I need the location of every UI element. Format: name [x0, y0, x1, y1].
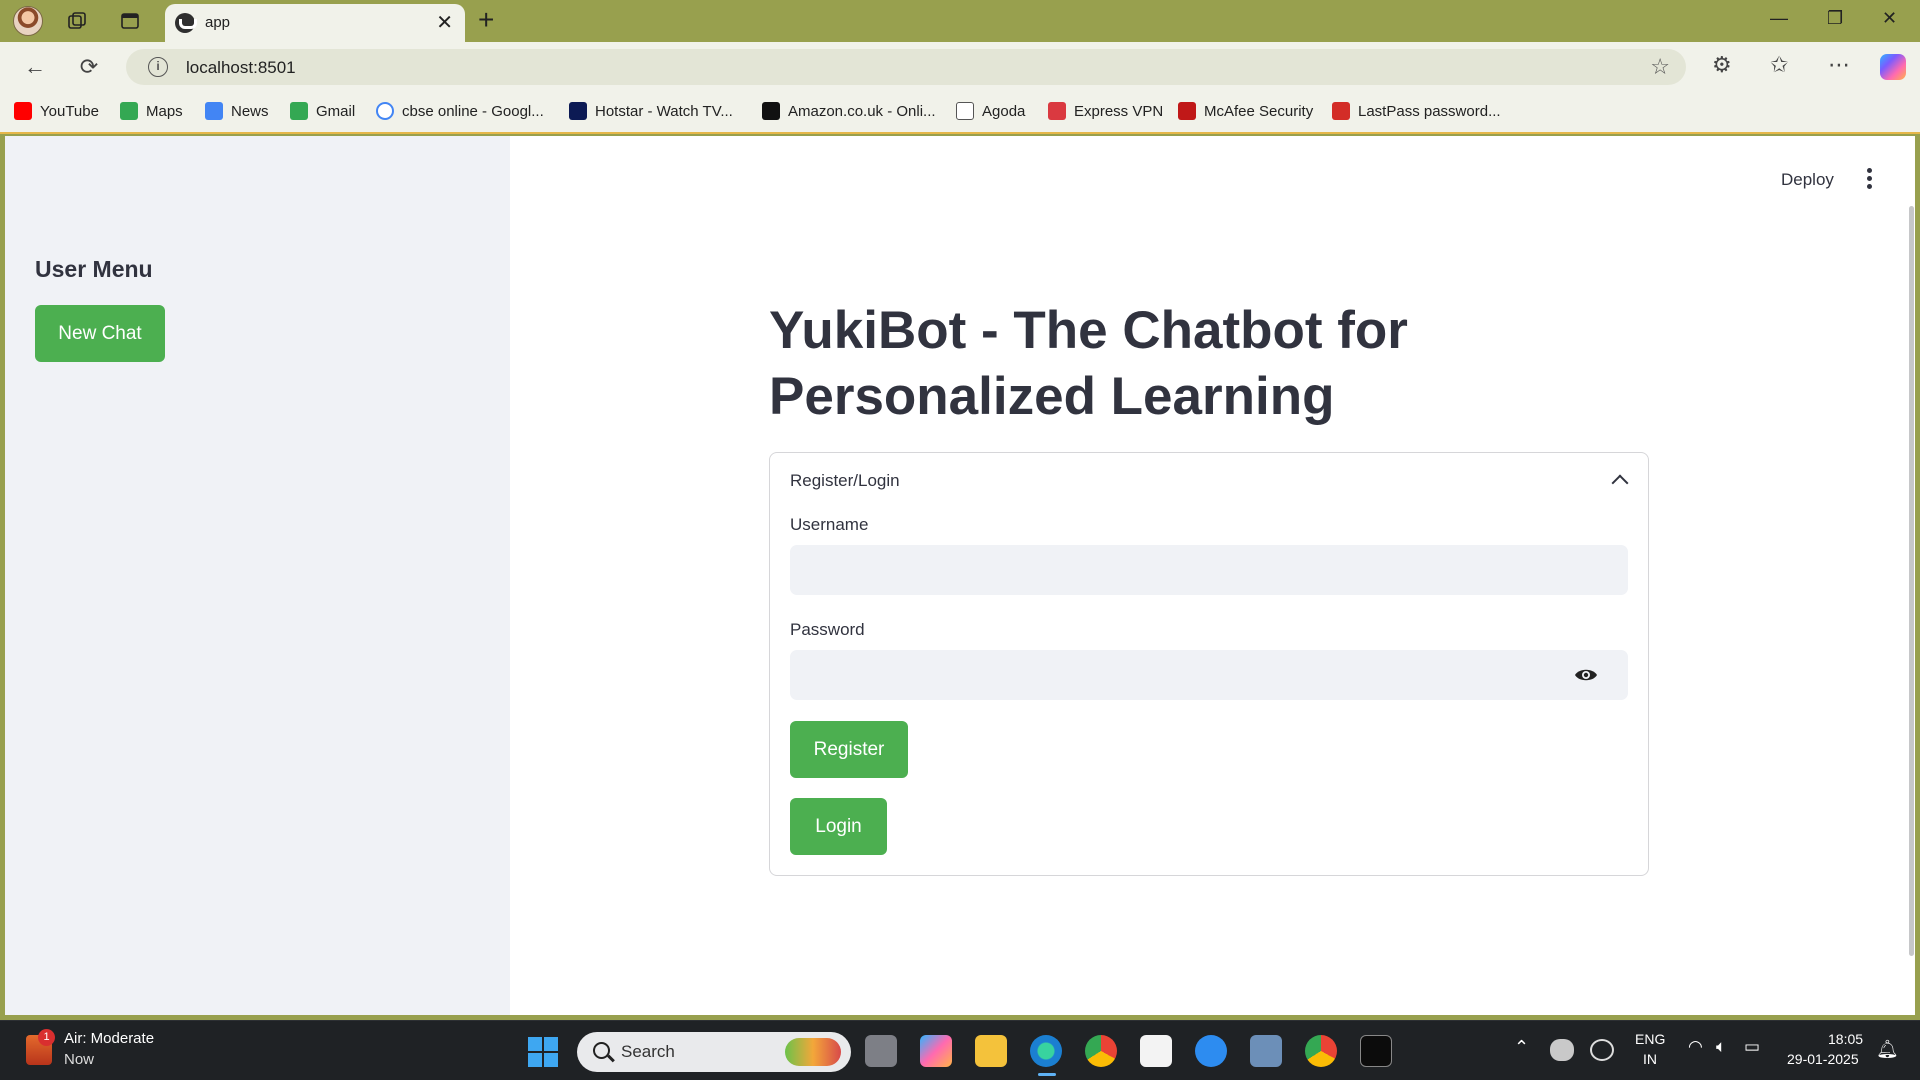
news-icon: [205, 102, 223, 120]
scrollbar[interactable]: [1909, 206, 1914, 956]
app-viewport: User Menu New Chat Deploy YukiBot - The …: [5, 136, 1915, 1015]
copilot-taskbar-icon[interactable]: [920, 1035, 952, 1067]
youtube-icon: [14, 102, 32, 120]
bookmark-maps[interactable]: Maps: [120, 102, 183, 120]
gmail-icon: [290, 102, 308, 120]
weather-subtitle: Now: [64, 1051, 95, 1068]
show-password-eye-icon[interactable]: [1574, 667, 1598, 683]
chevron-up-icon[interactable]: [1611, 474, 1629, 492]
username-label: Username: [790, 515, 869, 534]
password-input[interactable]: [790, 650, 1628, 700]
chrome-profile-icon[interactable]: [1305, 1035, 1337, 1067]
expander-label[interactable]: Register/Login: [790, 471, 900, 491]
bookmark-news[interactable]: News: [205, 102, 269, 120]
vertical-tabs-icon[interactable]: [115, 6, 145, 36]
deploy-button[interactable]: Deploy: [1781, 170, 1834, 190]
bookmark-lastpass[interactable]: LastPass password...: [1332, 102, 1501, 120]
browser-titlebar: app ✕ + — ❐ ✕: [0, 0, 1920, 42]
search-placeholder: Search: [621, 1042, 675, 1061]
amazon-icon: [762, 102, 780, 120]
sidebar: User Menu New Chat: [5, 136, 510, 1015]
back-arrow-icon[interactable]: ←: [20, 52, 50, 82]
bookmark-expressvpn[interactable]: Express VPN: [1048, 102, 1163, 120]
clock-time[interactable]: 18:05: [1828, 1031, 1863, 1047]
active-app-indicator: [1038, 1073, 1056, 1076]
streamlit-favicon-icon: [175, 13, 197, 33]
page-title: YukiBot - The Chatbot for Personalized L…: [769, 301, 1408, 426]
taskbar-search[interactable]: Search: [577, 1032, 851, 1072]
bookmarks-bar: YouTube Maps News Gmail cbse online - Go…: [0, 92, 1920, 134]
reload-icon[interactable]: ⟳: [74, 52, 104, 82]
mcafee-icon: [1178, 102, 1196, 120]
notification-bell-icon[interactable]: 🔔︎: [1876, 1039, 1899, 1060]
page-icon: [956, 102, 974, 120]
browser-toolbar: ← ⟳ i localhost:8501 ☆ ⚙ ✩ ⋯: [0, 42, 1920, 92]
search-icon: [593, 1042, 610, 1059]
help-icon[interactable]: [1195, 1035, 1227, 1067]
restore-icon[interactable]: ❐: [1827, 8, 1843, 29]
bookmark-hotstar[interactable]: Hotstar - Watch TV...: [569, 102, 733, 120]
terminal-icon[interactable]: [1360, 1035, 1392, 1067]
register-button[interactable]: Register: [790, 721, 908, 778]
login-button[interactable]: Login: [790, 798, 887, 855]
more-menu-icon[interactable]: ⋯: [1828, 52, 1850, 78]
app-installer-icon[interactable]: [1250, 1035, 1282, 1067]
profile-avatar[interactable]: [13, 6, 43, 36]
password-label: Password: [790, 620, 865, 639]
battery-icon[interactable]: ▭: [1744, 1037, 1760, 1057]
expressvpn-icon: [1048, 102, 1066, 120]
tab-title: app: [205, 14, 231, 31]
maps-icon: [120, 102, 138, 120]
favorite-star-icon[interactable]: ☆: [1650, 54, 1670, 80]
url-text[interactable]: localhost:8501: [186, 58, 296, 78]
volume-icon[interactable]: 🔈︎: [1716, 1037, 1726, 1057]
bookmark-youtube[interactable]: YouTube: [14, 102, 99, 120]
google-icon: [376, 102, 394, 120]
bookmark-agoda[interactable]: Agoda: [956, 102, 1025, 120]
bookmark-mcafee[interactable]: McAfee Security: [1178, 102, 1313, 120]
wifi-icon[interactable]: ◠: [1688, 1037, 1703, 1057]
bookmark-gmail[interactable]: Gmail: [290, 102, 355, 120]
copilot-icon[interactable]: [1880, 54, 1906, 80]
favorites-icon[interactable]: ✩: [1770, 52, 1788, 78]
site-info-icon[interactable]: i: [148, 57, 168, 77]
weather-badge: 1: [38, 1029, 55, 1046]
address-bar[interactable]: i localhost:8501 ☆: [126, 49, 1686, 85]
language-top[interactable]: ENG: [1635, 1031, 1665, 1047]
new-tab-icon[interactable]: +: [478, 4, 494, 36]
bookmark-cbse[interactable]: cbse online - Googl...: [376, 102, 544, 120]
tab-close-icon[interactable]: ✕: [436, 10, 453, 35]
main-menu-icon[interactable]: [1864, 168, 1874, 192]
new-chat-button[interactable]: New Chat: [35, 305, 165, 362]
extensions-icon[interactable]: ⚙: [1712, 52, 1732, 78]
register-login-expander: Register/Login Username Password Registe…: [769, 452, 1649, 876]
task-view-icon[interactable]: [865, 1035, 897, 1067]
sync-icon[interactable]: [1590, 1039, 1614, 1061]
minimize-icon[interactable]: —: [1770, 8, 1788, 29]
microsoft-store-icon[interactable]: [1140, 1035, 1172, 1067]
username-input[interactable]: [790, 545, 1628, 595]
windows-taskbar: 1 Air: Moderate Now Search ⌃ ENG IN ◠ 🔈︎…: [0, 1020, 1920, 1080]
workspaces-icon[interactable]: [62, 6, 92, 36]
chrome-icon[interactable]: [1085, 1035, 1117, 1067]
lastpass-icon: [1332, 102, 1350, 120]
onedrive-icon[interactable]: [1550, 1039, 1574, 1061]
window-close-icon[interactable]: ✕: [1882, 8, 1897, 29]
edge-icon[interactable]: [1030, 1035, 1062, 1067]
hotstar-icon: [569, 102, 587, 120]
windows-start-icon[interactable]: [528, 1037, 558, 1067]
active-tab[interactable]: app ✕: [165, 4, 465, 42]
sidebar-title: User Menu: [35, 256, 153, 282]
clock-date[interactable]: 29-01-2025: [1787, 1051, 1859, 1067]
weather-title[interactable]: Air: Moderate: [64, 1030, 154, 1047]
language-bottom: IN: [1643, 1051, 1657, 1067]
chevron-up-tray-icon[interactable]: ⌃: [1514, 1037, 1529, 1058]
file-explorer-icon[interactable]: [975, 1035, 1007, 1067]
bookmark-amazon[interactable]: Amazon.co.uk - Onli...: [762, 102, 936, 120]
search-highlight-icon: [785, 1038, 841, 1066]
